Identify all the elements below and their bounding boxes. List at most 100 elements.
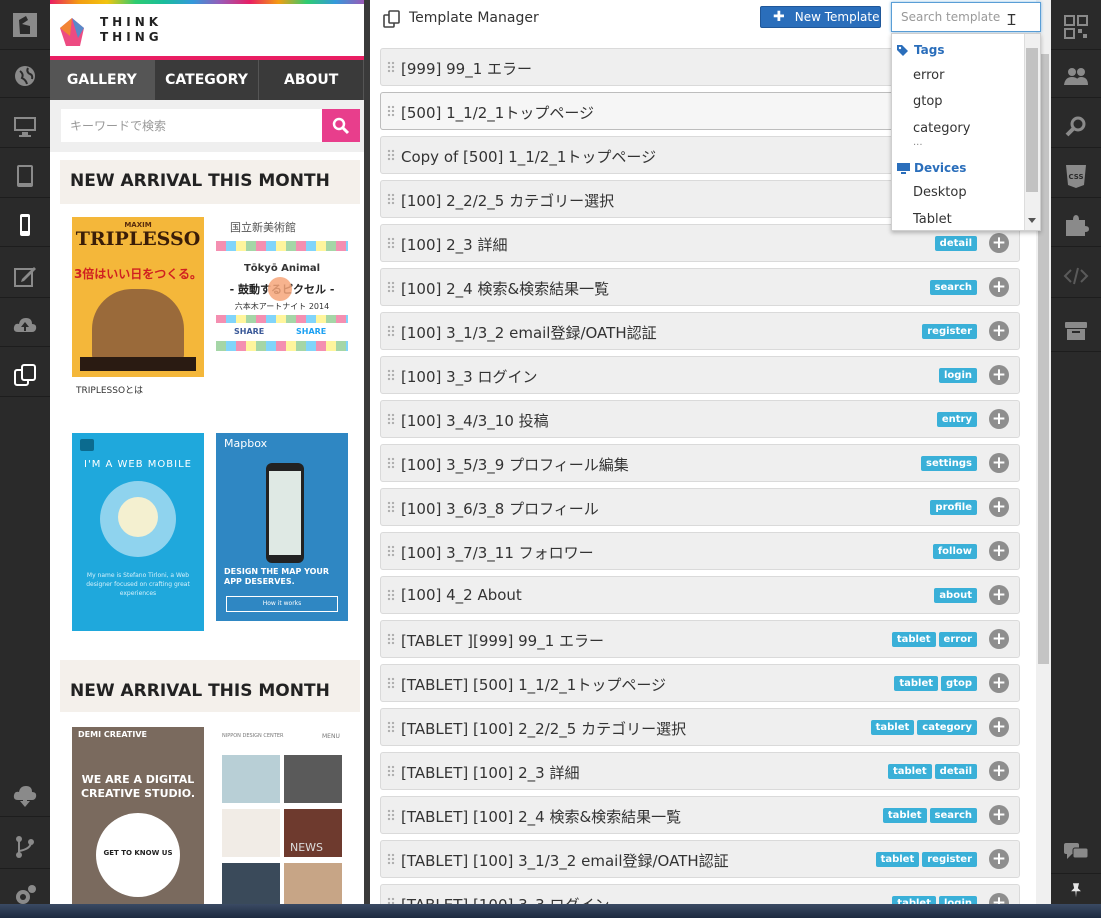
drag-handle-icon[interactable] xyxy=(387,545,395,557)
add-circle-icon[interactable]: + xyxy=(989,409,1009,429)
drag-handle-icon[interactable] xyxy=(387,589,395,601)
drag-handle-icon[interactable] xyxy=(387,897,395,904)
template-row[interactable]: [100] 3_4/3_10 投稿 entry + xyxy=(380,400,1020,438)
drag-handle-icon[interactable] xyxy=(387,721,395,733)
keyword-search-button[interactable] xyxy=(322,109,360,142)
tablet-icon[interactable] xyxy=(0,154,50,198)
edit-icon[interactable] xyxy=(0,254,50,298)
template-name[interactable]: [TABLET] [100] 3_1/3_2 email登録/OATH認証 xyxy=(401,850,729,871)
card-web-mobile[interactable]: I'M A WEB MOBILE My name is Stefano Tirl… xyxy=(72,433,204,631)
tag-badge[interactable]: error xyxy=(938,632,977,647)
drag-handle-icon[interactable] xyxy=(387,61,395,73)
app-logo-icon[interactable] xyxy=(0,0,50,50)
tag-badge[interactable]: settings xyxy=(921,456,977,471)
drag-handle-icon[interactable] xyxy=(387,413,395,425)
search-icon[interactable] xyxy=(1051,104,1101,148)
tag-badge[interactable]: search xyxy=(929,808,977,823)
drag-handle-icon[interactable] xyxy=(387,677,395,689)
dropdown-scroll-down-icon[interactable] xyxy=(1028,218,1036,223)
nav-category[interactable]: CATEGORY xyxy=(155,60,260,100)
chat-icon[interactable] xyxy=(1051,830,1101,874)
template-row[interactable]: [TABLET] [100] 2_3 詳細 tablet detail + xyxy=(380,752,1020,790)
template-name[interactable]: [TABLET] [100] 2_2/2_5 カテゴリー選択 xyxy=(401,718,686,739)
templates-icon[interactable] xyxy=(0,353,50,397)
tag-badge[interactable]: tablet xyxy=(875,852,920,867)
template-row[interactable]: [100] 3_5/3_9 プロフィール編集 settings + xyxy=(380,444,1020,482)
menu-link[interactable]: MENU xyxy=(322,733,340,740)
tag-badge[interactable]: register xyxy=(922,324,977,339)
template-row[interactable]: [TABLET ][999] 99_1 エラー tablet error + xyxy=(380,620,1020,658)
drag-handle-icon[interactable] xyxy=(387,105,395,117)
template-name[interactable]: [100] 4_2 About xyxy=(401,586,522,604)
tag-badge[interactable]: search xyxy=(929,280,977,295)
nav-gallery[interactable]: GALLERY xyxy=(50,60,155,100)
search-template-input[interactable]: Search template Ｉ xyxy=(891,2,1041,32)
template-name[interactable]: [999] 99_1 エラー xyxy=(401,58,532,79)
add-circle-icon[interactable]: + xyxy=(989,497,1009,517)
tag-badge[interactable]: category xyxy=(917,720,977,735)
css-icon[interactable]: CSS xyxy=(1051,154,1101,198)
template-name[interactable]: [500] 1_1/2_1トップページ xyxy=(401,102,594,123)
template-row[interactable]: [TABLET] [100] 2_4 検索&検索結果一覧 tablet search… xyxy=(380,796,1020,834)
tag-badge[interactable]: tablet xyxy=(870,720,915,735)
card-nippon-design[interactable]: NIPPON DESIGN CENTER MENU NEWS xyxy=(216,727,348,904)
new-template-button[interactable]: ✚ New Template xyxy=(760,6,881,28)
drag-handle-icon[interactable] xyxy=(387,369,395,381)
template-row[interactable]: [TABLET] [100] 3_1/3_2 email登録/OATH認証 tab… xyxy=(380,840,1020,878)
nav-about[interactable]: ABOUT xyxy=(259,60,364,100)
add-circle-icon[interactable]: + xyxy=(989,849,1009,869)
template-name[interactable]: Copy of [500] 1_1/2_1トップページ xyxy=(401,146,656,167)
drag-handle-icon[interactable] xyxy=(387,237,395,249)
template-row[interactable]: [TABLET] [100] 3_3 ログイン tabletlogin + xyxy=(380,884,1020,904)
template-row[interactable]: [100] 3_6/3_8 プロフィール profile + xyxy=(380,488,1020,526)
template-name[interactable]: [100] 2_3 詳細 xyxy=(401,234,507,255)
template-name[interactable]: [TABLET] [100] 3_3 ログイン xyxy=(401,894,609,904)
plugin-icon[interactable] xyxy=(1051,203,1101,247)
card-demi-creative[interactable]: DEMI CREATIVE WE ARE A DIGITAL CREATIVE … xyxy=(72,727,204,904)
branch-icon[interactable] xyxy=(0,825,50,869)
cloud-download-icon[interactable] xyxy=(0,773,50,817)
tag-badge[interactable]: detail xyxy=(934,764,977,779)
pin-icon[interactable] xyxy=(1051,876,1101,904)
template-row[interactable]: [100] 3_3 ログイン login + xyxy=(380,356,1020,394)
drag-handle-icon[interactable] xyxy=(387,765,395,777)
add-circle-icon[interactable]: + xyxy=(989,541,1009,561)
users-icon[interactable] xyxy=(1051,54,1101,98)
card-mapbox[interactable]: Mapbox DESIGN THE MAP YOUR APP DESERVES.… xyxy=(216,433,348,621)
tag-badge[interactable]: tablet xyxy=(887,764,932,779)
template-name[interactable]: [100] 3_6/3_8 プロフィール xyxy=(401,498,599,519)
add-circle-icon[interactable]: + xyxy=(989,453,1009,473)
keyword-search-input[interactable]: キーワードで検索 xyxy=(61,109,323,142)
suggestion-device-tablet[interactable]: Tablet xyxy=(913,212,952,227)
drag-handle-icon[interactable] xyxy=(387,325,395,337)
template-row[interactable]: [100] 3_7/3_11 フォロワー follow + xyxy=(380,532,1020,570)
drag-handle-icon[interactable] xyxy=(387,457,395,469)
add-circle-icon[interactable]: + xyxy=(989,585,1009,605)
tag-badge[interactable]: login xyxy=(938,896,977,904)
drag-handle-icon[interactable] xyxy=(387,193,395,205)
tag-badge[interactable]: login xyxy=(938,368,977,383)
template-name[interactable]: [100] 3_1/3_2 email登録/OATH認証 xyxy=(401,322,657,343)
code-icon[interactable] xyxy=(1051,254,1101,298)
qr-code-icon[interactable] xyxy=(1051,4,1101,50)
template-row[interactable]: [100] 3_1/3_2 email登録/OATH認証 register + xyxy=(380,312,1020,350)
add-circle-icon[interactable]: + xyxy=(989,365,1009,385)
cloud-upload-icon[interactable] xyxy=(0,303,50,347)
template-name[interactable]: [100] 3_4/3_10 投稿 xyxy=(401,410,549,431)
globe-icon[interactable] xyxy=(0,54,50,98)
dropdown-scrollbar-thumb[interactable] xyxy=(1026,48,1038,192)
add-circle-icon[interactable]: + xyxy=(989,321,1009,341)
tag-badge[interactable]: follow xyxy=(932,544,977,559)
suggestion-device-desktop[interactable]: Desktop xyxy=(913,185,967,200)
how-it-works-button[interactable]: How it works xyxy=(226,596,338,612)
suggestion-tag-category[interactable]: category xyxy=(913,121,970,136)
archive-icon[interactable] xyxy=(1051,308,1101,352)
template-name[interactable]: [TABLET] [100] 2_4 検索&検索結果一覧 xyxy=(401,806,681,827)
drag-handle-icon[interactable] xyxy=(387,501,395,513)
template-name[interactable]: [100] 3_3 ログイン xyxy=(401,366,537,387)
suggestion-tag-error[interactable]: error xyxy=(913,68,944,83)
add-circle-icon[interactable]: + xyxy=(989,805,1009,825)
template-name[interactable]: [100] 3_7/3_11 フォロワー xyxy=(401,542,594,563)
drag-handle-icon[interactable] xyxy=(387,149,395,161)
tag-badge[interactable]: tablet xyxy=(892,896,936,904)
